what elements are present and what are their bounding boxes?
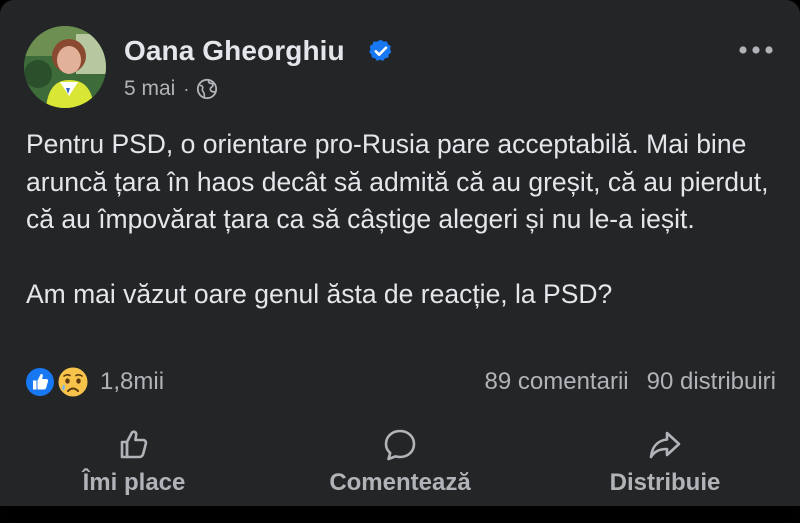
author-name[interactable]: Oana Gheorghiu [124, 35, 345, 67]
like-label: Îmi place [82, 469, 186, 496]
post-bottom-edge [0, 506, 800, 523]
reactions-count: 1,8mii [100, 368, 165, 395]
post-meta: 5 mai · [124, 75, 218, 103]
comments-count[interactable]: 89 comentarii [485, 368, 629, 396]
thumbs-up-icon [120, 430, 148, 459]
reaction-icons [24, 364, 96, 400]
share-button[interactable]: Distribuie [570, 416, 760, 502]
post-stats: 1,8mii 89 comentarii 90 distribuiri [24, 364, 776, 400]
globe-icon [197, 78, 218, 100]
share-arrow-icon [649, 431, 681, 459]
share-label: Distribuie [609, 469, 721, 496]
comment-bubble-icon [384, 429, 416, 461]
verified-badge-icon [369, 39, 392, 61]
post-paragraph: Pentru PSD, o orientare pro-Rusia pare a… [26, 129, 769, 234]
more-options-icon[interactable] [736, 40, 776, 60]
post-card: Oana Gheorghiu 5 mai · Pentru PSD, o ori… [0, 0, 800, 523]
reactions-summary[interactable]: 1,8mii [24, 364, 164, 400]
like-button[interactable]: Îmi place [40, 416, 228, 502]
comment-label: Comentează [329, 469, 471, 496]
avatar-photo [24, 26, 106, 108]
meta-separator: · [183, 78, 190, 99]
author-avatar[interactable] [24, 26, 106, 108]
post-paragraph: Am mai văzut oare genul ăsta de reacție,… [26, 279, 613, 309]
post-actions: Îmi place Comentează Distribuie [0, 416, 800, 502]
post-text: Pentru PSD, o orientare pro-Rusia pare a… [26, 126, 776, 314]
sad-reaction-icon [56, 365, 90, 399]
shares-count[interactable]: 90 distribuiri [647, 368, 776, 396]
comment-button[interactable]: Comentează [304, 416, 496, 502]
post-header: Oana Gheorghiu 5 mai · [24, 26, 776, 110]
post-date[interactable]: 5 mai [124, 77, 175, 101]
like-reaction-icon [24, 366, 56, 398]
engagement-counts: 89 comentarii 90 distribuiri [485, 364, 776, 400]
